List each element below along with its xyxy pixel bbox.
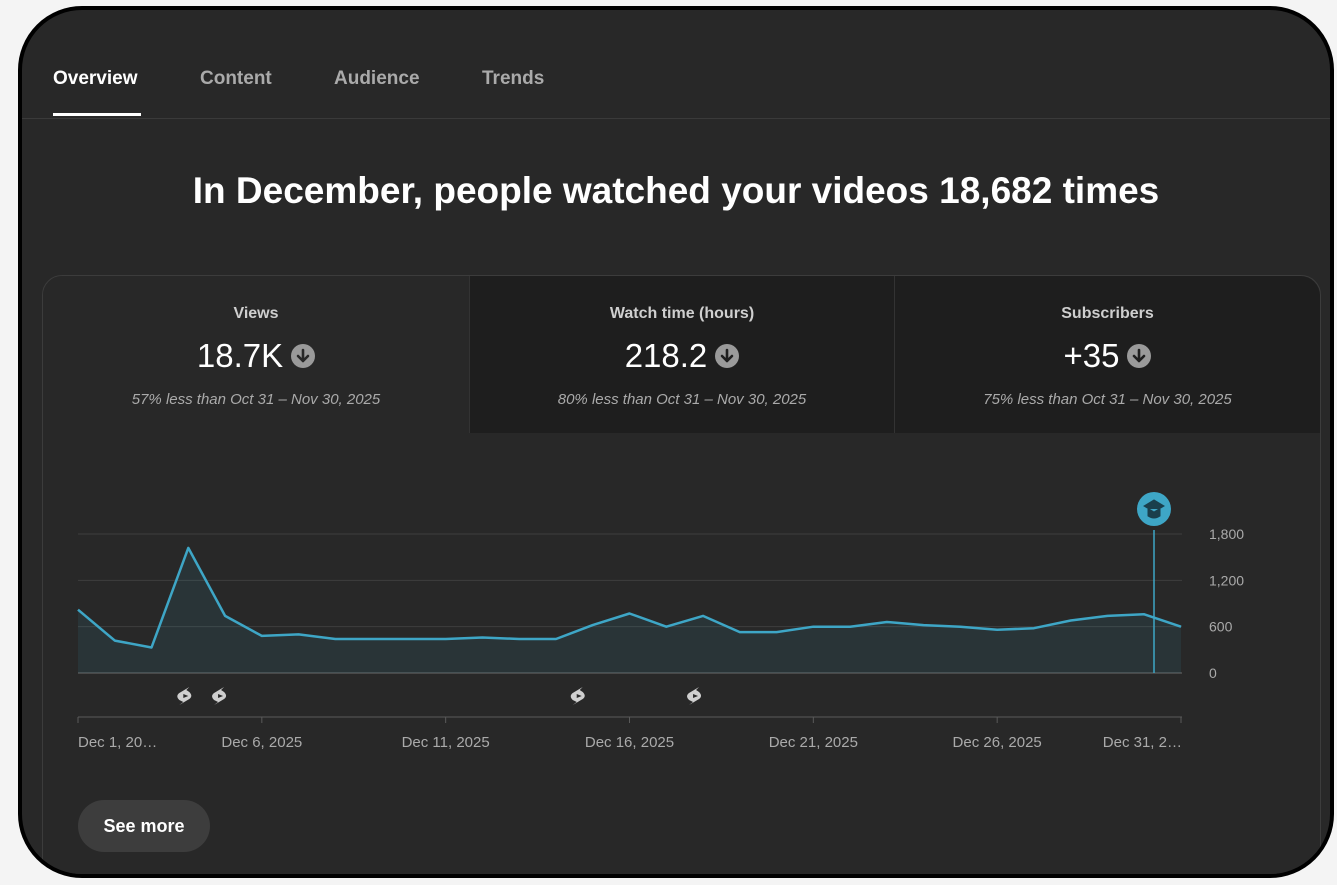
x-tick-label: Dec 16, 2025 <box>585 734 674 751</box>
see-more-button[interactable]: See more <box>78 800 210 852</box>
analytics-card: Overview Content Audience Trends In Dece… <box>18 6 1334 878</box>
x-tick-label: Dec 11, 2025 <box>402 734 490 751</box>
y-tick-label: 1,800 <box>1209 526 1244 542</box>
x-tick-label: Dec 31, 2… <box>1103 734 1182 751</box>
x-tick-label: Dec 21, 2025 <box>769 734 858 751</box>
y-tick-label: 600 <box>1209 619 1233 635</box>
y-tick-label: 1,200 <box>1209 572 1244 588</box>
x-tick-label: Dec 26, 2025 <box>953 734 1042 751</box>
views-area <box>78 547 1181 673</box>
shorts-icon <box>212 687 227 705</box>
shorts-icon <box>687 687 702 705</box>
x-tick-label: Dec 6, 2025 <box>221 734 302 751</box>
shorts-icon <box>570 687 585 705</box>
shorts-icon <box>177 687 192 705</box>
y-tick-label: 0 <box>1209 665 1217 681</box>
x-tick-label: Dec 1, 20… <box>78 734 157 751</box>
views-chart: 0 600 1,200 1,800 Dec 1, 20… Dec 6, 2025 Dec 1… <box>77 492 1244 751</box>
